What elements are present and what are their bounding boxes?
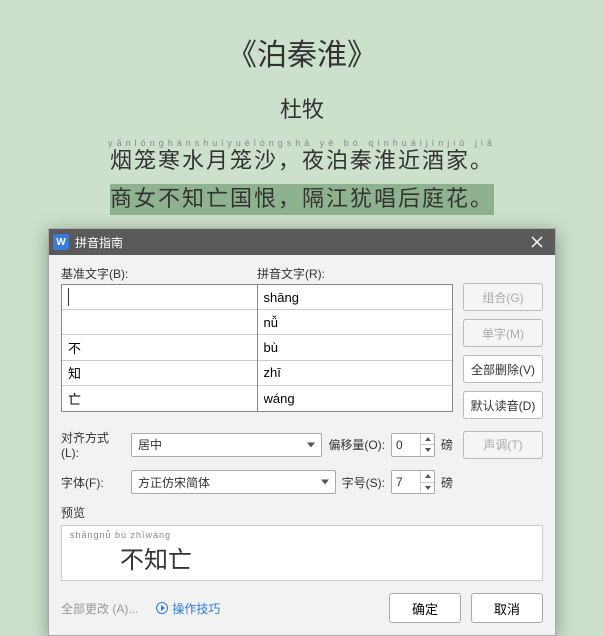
table-cell[interactable] (258, 285, 453, 310)
offset-value: 0 (396, 438, 403, 452)
chevron-down-icon (307, 442, 315, 447)
single-char-button: 单字(M) (463, 319, 543, 347)
size-spinner[interactable]: 7 (391, 470, 435, 494)
align-combo[interactable]: 居中 (131, 433, 322, 457)
table-cell[interactable] (62, 310, 257, 335)
preview-box: shāngnǚ bù zhīwáng 不知亡 (61, 525, 543, 581)
ruby-input-3[interactable] (264, 365, 447, 380)
font-combo[interactable]: 方正仿宋简体 (131, 470, 336, 494)
preview-chars: 不知亡 (120, 540, 534, 575)
table-cell[interactable] (258, 386, 453, 411)
align-value: 居中 (138, 436, 162, 453)
base-input-3[interactable] (68, 365, 251, 380)
pinyin-table (61, 284, 453, 412)
size-label: 字号(S): (342, 474, 385, 491)
change-all-link: 全部更改 (A)... (61, 600, 138, 617)
tone-button: 声调(T) (463, 431, 543, 459)
offset-label: 偏移量(O): (328, 436, 385, 453)
pinyin-guide-dialog: W 拼音指南 基准文字(B): 拼音文字(R): (48, 228, 556, 636)
chevron-down-icon (321, 480, 329, 485)
table-cell[interactable] (62, 335, 257, 360)
base-column (62, 285, 258, 411)
delete-all-button[interactable]: 全部删除(V) (463, 355, 543, 383)
default-reading-button[interactable]: 默认读音(D) (463, 391, 543, 419)
poem-line-1: 烟笼寒水月笼沙，夜泊秦淮近酒家。 (0, 148, 604, 174)
preview-label: 预览 (61, 504, 543, 521)
close-icon (531, 236, 543, 248)
unit-label: 磅 (441, 474, 457, 491)
ruby-column (258, 285, 453, 411)
table-cell[interactable] (258, 361, 453, 386)
close-button[interactable] (519, 229, 555, 255)
spinner-up[interactable] (421, 434, 434, 446)
poem-background: 《泊秦淮》 杜牧 yānlónghánshuǐyuèlóngshā yè bó … (0, 0, 604, 215)
combine-button: 组合(G) (463, 283, 543, 311)
table-cell[interactable] (62, 386, 257, 411)
poem-title: 《泊秦淮》 (0, 30, 604, 74)
poem-ruby-line: yānlónghánshuǐyuèlóngshā yè bó qínhuáijì… (0, 138, 604, 148)
spinner-down[interactable] (421, 445, 434, 456)
align-label: 对齐方式(L): (61, 429, 125, 460)
table-cell[interactable] (258, 335, 453, 360)
base-text-label: 基准文字(B): (61, 265, 257, 284)
base-input-0[interactable] (68, 288, 251, 306)
table-cell[interactable] (62, 285, 257, 310)
ruby-input-1[interactable] (264, 315, 447, 330)
table-cell[interactable] (62, 361, 257, 386)
font-label: 字体(F): (61, 474, 125, 491)
poem-author: 杜牧 (0, 92, 604, 124)
cancel-button[interactable]: 取消 (471, 593, 543, 623)
base-input-4[interactable] (68, 391, 251, 406)
poem-line-2-selected[interactable]: 商女不知亡国恨，隔江犹唱后庭花。 (110, 184, 494, 214)
ruby-input-4[interactable] (264, 391, 447, 406)
app-logo-icon: W (53, 234, 69, 250)
table-cell[interactable] (258, 310, 453, 335)
base-input-1[interactable] (68, 315, 251, 330)
spinner-up[interactable] (421, 471, 434, 483)
tips-label: 操作技巧 (172, 600, 220, 617)
preview-ruby: shāngnǚ bù zhīwáng (70, 530, 534, 540)
font-value: 方正仿宋简体 (138, 474, 210, 491)
spinner-down[interactable] (421, 483, 434, 494)
tips-link[interactable]: 操作技巧 (156, 600, 220, 617)
dialog-titlebar[interactable]: W 拼音指南 (49, 229, 555, 255)
play-icon (156, 602, 168, 614)
ruby-text-label: 拼音文字(R): (257, 265, 453, 284)
ok-button[interactable]: 确定 (389, 593, 461, 623)
offset-spinner[interactable]: 0 (391, 433, 435, 457)
ruby-input-0[interactable] (264, 290, 447, 305)
unit-label: 磅 (441, 436, 457, 453)
size-value: 7 (396, 475, 403, 489)
dialog-title: 拼音指南 (75, 234, 123, 251)
ruby-input-2[interactable] (264, 340, 447, 355)
base-input-2[interactable] (68, 340, 251, 355)
